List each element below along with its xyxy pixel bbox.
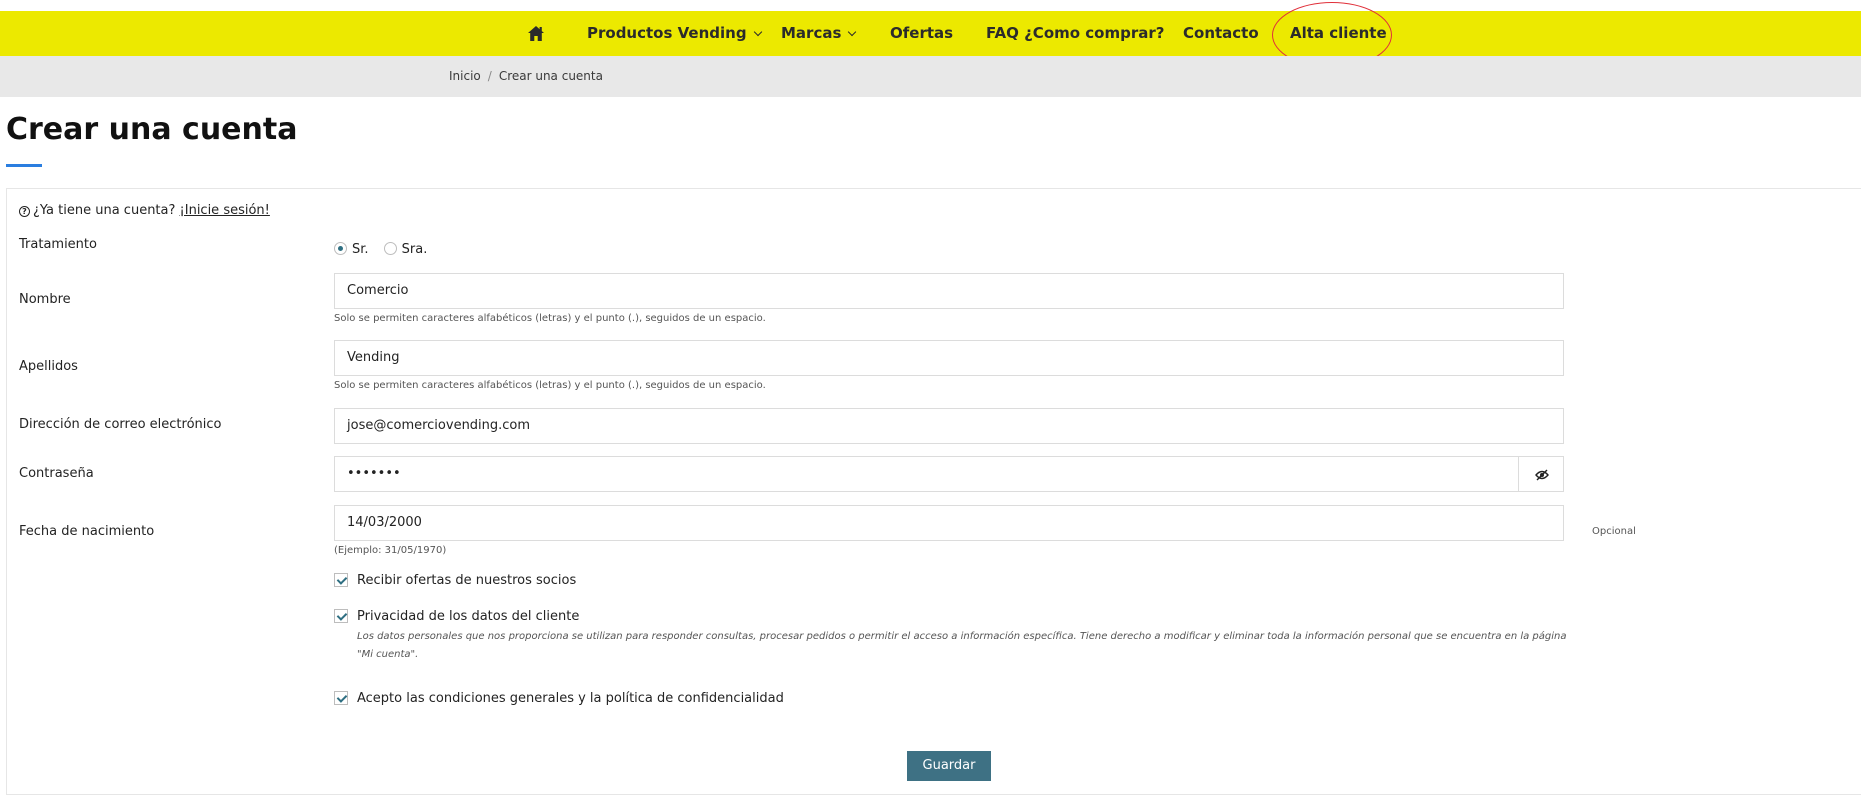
login-link[interactable]: ¡Inicie sesión! [180, 203, 270, 218]
apellidos-hint: Solo se permiten caracteres alfabéticos … [334, 380, 766, 391]
nav-item-label: Marcas [781, 24, 842, 42]
chevron-down-icon [848, 27, 857, 37]
terms-checkbox[interactable] [334, 691, 348, 705]
show-password-button[interactable] [1518, 456, 1564, 492]
page-title: Crear una cuenta [6, 112, 298, 147]
eye-slash-icon [1535, 469, 1549, 481]
nav-item-label: Productos Vending [587, 24, 747, 42]
birthdate-input[interactable]: 14/03/2000 [334, 505, 1564, 541]
home-icon[interactable] [527, 25, 545, 42]
nombre-input[interactable]: Comercio [334, 273, 1564, 309]
nav-item-marcas[interactable]: Marcas [781, 11, 857, 56]
nombre-label: Nombre [19, 292, 71, 307]
login-prompt-text: ¿Ya tiene una cuenta? [33, 203, 176, 218]
email-label: Dirección de correo electrónico [19, 417, 222, 432]
nav-item-ofertas[interactable]: Ofertas [890, 11, 953, 56]
privacy-checkbox-label: Privacidad de los datos del cliente [357, 609, 580, 624]
birthdate-hint: (Ejemplo: 31/05/1970) [334, 545, 447, 556]
main-navbar: Productos Vending Marcas Ofertas FAQ ¿Co… [0, 11, 1861, 56]
nav-item-contacto[interactable]: Contacto [1183, 11, 1259, 56]
birthdate-optional: Opcional [1592, 526, 1636, 537]
email-input[interactable]: jose@comerciovending.com [334, 408, 1564, 444]
radio-sr-input[interactable] [334, 242, 347, 255]
apellidos-label: Apellidos [19, 359, 78, 374]
apellidos-input[interactable]: Vending [334, 340, 1564, 376]
password-input[interactable]: ••••••• [334, 456, 1519, 492]
privacy-checkbox[interactable] [334, 609, 348, 623]
chevron-down-icon [753, 27, 762, 37]
birthdate-label: Fecha de nacimiento [19, 524, 155, 539]
tratamiento-radio-group: Sr. Sra. [334, 238, 427, 257]
password-label: Contraseña [19, 466, 94, 481]
login-prompt: ? ¿Ya tiene una cuenta? ¡Inicie sesión! [19, 203, 270, 218]
breadcrumb-item-current: Crear una cuenta [498, 69, 603, 83]
breadcrumb-separator: / [487, 69, 492, 83]
tratamiento-label: Tratamiento [19, 237, 97, 252]
save-button[interactable]: Guardar [907, 751, 991, 781]
radio-sra-input[interactable] [383, 242, 397, 255]
breadcrumb: Inicio / Crear una cuenta [449, 56, 603, 97]
radio-sr[interactable]: Sr. [334, 238, 369, 257]
offers-checkbox-label: Recibir ofertas de nuestros socios [357, 573, 577, 588]
offers-checkbox[interactable] [334, 573, 348, 587]
title-underline [6, 164, 42, 167]
nav-item-productos-vending[interactable]: Productos Vending [587, 11, 762, 56]
terms-checkbox-label: Acepto las condiciones generales y la po… [357, 691, 784, 706]
breadcrumb-bar: Inicio / Crear una cuenta [0, 56, 1861, 97]
radio-sra[interactable]: Sra. [383, 238, 428, 257]
question-icon: ? [19, 206, 30, 217]
nav-item-faq[interactable]: FAQ ¿Como comprar? [986, 11, 1164, 56]
radio-sra-label: Sra. [401, 242, 428, 257]
top-strip [0, 0, 1861, 11]
breadcrumb-item-inicio[interactable]: Inicio [449, 69, 481, 83]
radio-sr-label: Sr. [352, 242, 369, 257]
privacy-note: Los datos personales que nos proporciona… [357, 631, 1567, 660]
nombre-hint: Solo se permiten caracteres alfabéticos … [334, 313, 766, 324]
